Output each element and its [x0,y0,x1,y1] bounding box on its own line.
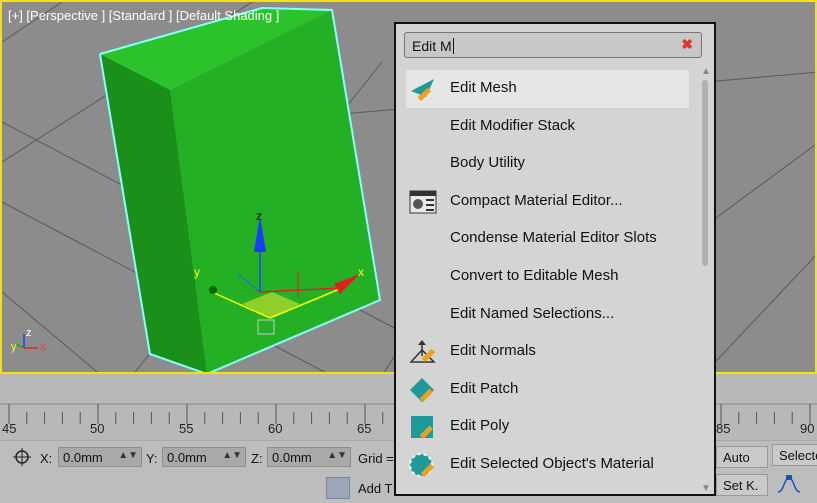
auto-key-button[interactable]: Auto [716,446,768,468]
list-item[interactable]: Edit Poly [406,408,692,446]
list-item-label: Condense Material Editor Slots [450,229,657,247]
corner-z-label: z [26,327,32,339]
list-item[interactable]: Edit Patch [406,371,692,409]
list-item[interactable]: Compact Material Editor... [406,183,692,221]
grid-label: Grid = [358,451,394,466]
edit-normals-icon [408,338,438,366]
list-item[interactable]: Edit Normals [406,333,692,371]
set-key-button[interactable]: Set K. [716,474,768,496]
tick-label: 50 [90,421,105,436]
tick-label: 55 [179,421,194,436]
viewport-label[interactable]: [+] [Perspective ] [Standard ] [Default … [8,8,279,23]
list-item[interactable]: Edit Mesh [406,70,689,108]
list-item-label: Convert to Editable Mesh [450,266,619,284]
edit-poly-icon [408,413,438,441]
list-item[interactable]: Convert to Editable Mesh [406,258,692,296]
corner-y-label: y [11,341,17,353]
x-coord-label: X: [40,451,53,466]
list-item[interactable]: Edit Selected Object's Material [406,446,692,484]
tick-label: 65 [357,421,372,436]
list-item[interactable]: Body Utility [406,145,692,183]
edit-mesh-icon [408,75,438,103]
results-scrollbar[interactable]: ▲ ▼ [700,66,711,494]
tick-label: 90 [800,421,815,436]
scroll-down-icon[interactable]: ▼ [701,483,711,494]
tick-label: 85 [716,421,731,436]
tick-label: 60 [268,421,283,436]
list-item[interactable]: Edit Named Selections... [406,296,692,334]
scroll-thumb[interactable] [702,80,708,266]
gizmo-z-label: z [256,209,262,223]
gizmo-y-label: y [194,265,200,279]
list-item-label: Edit Selected Object's Material [450,454,654,472]
gizmo-y-handle [209,286,217,294]
x-coord-input[interactable]: 0.0mm ▲▼ [58,447,142,467]
list-item[interactable]: Condense Material Editor Slots [406,220,692,258]
x-spinner-icon[interactable]: ▲▼ [118,450,138,461]
corner-x-label: x [40,341,46,353]
search-text: Edit M [412,38,452,54]
clear-search-icon[interactable]: ✖ [681,36,693,53]
list-item-label: Compact Material Editor... [450,191,623,209]
y-spinner-icon[interactable]: ▲▼ [222,450,242,461]
y-coord-input[interactable]: 0.0mm ▲▼ [162,447,246,467]
material-editor-icon [408,188,438,216]
gizmo-x-label: x [358,265,364,279]
scroll-up-icon[interactable]: ▲ [701,66,711,77]
action-search-popup: Edit M ✖ Edit Mesh Edit Modifier Stack B… [394,22,716,496]
selected-dropdown[interactable]: Selecte [772,444,817,466]
list-item-label: Edit Modifier Stack [450,116,576,134]
tick-label: 45 [2,421,17,436]
material-ball-icon [408,451,438,479]
results-list: Edit Mesh Edit Modifier Stack Body Utili… [406,70,692,484]
add-time-tag-icon[interactable] [326,477,350,499]
list-item-label: Edit Normals [450,342,536,360]
add-time-tag-label[interactable]: Add T [358,481,392,496]
list-item-label: Edit Mesh [450,79,517,96]
list-item-label: Edit Named Selections... [450,304,615,322]
z-coord-label: Z: [251,451,263,466]
edit-patch-icon [408,376,438,404]
list-item-label: Body Utility [450,154,526,172]
list-item[interactable]: Edit Modifier Stack [406,108,692,146]
z-coord-input[interactable]: 0.0mm ▲▼ [267,447,351,467]
key-filters-icon[interactable] [776,474,802,496]
z-spinner-icon[interactable]: ▲▼ [327,450,347,461]
list-item-label: Edit Poly [450,417,510,435]
search-input[interactable]: Edit M ✖ [404,32,702,58]
snap-toggle-icon[interactable] [12,447,32,467]
list-item-label: Edit Patch [450,379,519,397]
y-coord-label: Y: [146,451,158,466]
